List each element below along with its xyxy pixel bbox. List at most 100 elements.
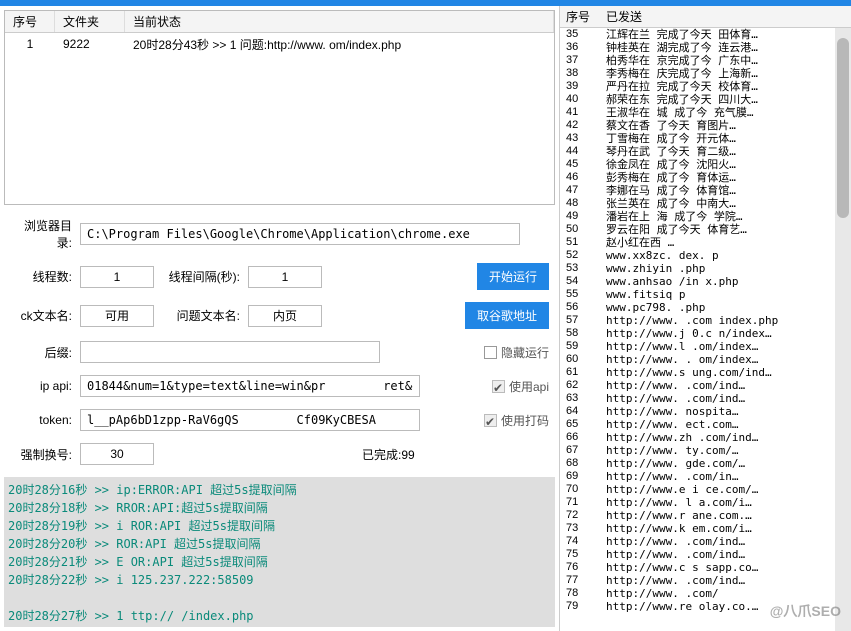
th-folder[interactable]: 文件夹 [55, 11, 125, 32]
list-item[interactable]: 37柏秀华在 京完成了今 广东中… [560, 54, 851, 67]
hide-run-checkbox-wrap[interactable]: 隐藏运行 [484, 344, 549, 361]
list-item[interactable]: 60http://www. . om/index… [560, 353, 851, 366]
list-item[interactable]: 57http://www. .com index.php [560, 314, 851, 327]
list-item[interactable]: 50罗云在阳 成了今天 体育艺… [560, 223, 851, 236]
list-item[interactable]: 78http://www. .com/ [560, 587, 851, 600]
use-dama-label: 使用打码 [501, 412, 549, 429]
list-item[interactable]: 56www.pc798. .php [560, 301, 851, 314]
right-rows-container[interactable]: 35江辉在兰 完成了今天 田体育…36钟桂英在 湖完成了今 连云港…37柏秀华在… [560, 28, 851, 623]
scrollbar[interactable] [835, 28, 851, 631]
list-item[interactable]: 76http://www.c s sapp.co… [560, 561, 851, 574]
list-item[interactable]: 53www.zhiyin .php [560, 262, 851, 275]
list-item[interactable]: 58http://www.j 0.c n/index… [560, 327, 851, 340]
th-status[interactable]: 当前状态 [125, 11, 554, 32]
list-item[interactable]: 61http://www.s ung.com/ind… [560, 366, 851, 379]
suffix-input[interactable] [80, 341, 380, 363]
log-area[interactable]: 20时28分16秒 >> ip:ERROR:API 超过5s提取间隔20时28分… [4, 477, 555, 627]
browser-dir-input[interactable] [80, 223, 520, 245]
list-item[interactable]: 45徐金凤在 成了今 沈阳火… [560, 158, 851, 171]
th-seq[interactable]: 序号 [5, 11, 55, 32]
list-item[interactable]: 77http://www. .com/ind… [560, 574, 851, 587]
list-item[interactable]: 74http://www. .com/ind… [560, 535, 851, 548]
rth-seq[interactable]: 序号 [560, 6, 600, 27]
list-item[interactable]: 62http://www. .com/ind… [560, 379, 851, 392]
list-item[interactable]: 52www.xx8zc. dex. p [560, 249, 851, 262]
list-item[interactable]: 54www.anhsao /in x.php [560, 275, 851, 288]
use-api-checkbox-wrap[interactable]: ✔ 使用api [492, 378, 549, 395]
interval-input[interactable] [248, 266, 322, 288]
rtd-sent: 徐金凤在 成了今 沈阳火… [600, 158, 851, 171]
list-item[interactable]: 36钟桂英在 湖完成了今 连云港… [560, 41, 851, 54]
threads-input[interactable] [80, 266, 154, 288]
rtd-sent: http://www.k em.com/i… [600, 522, 851, 535]
list-item[interactable]: 72http://www.r ane.com.… [560, 509, 851, 522]
rth-sent[interactable]: 已发送 [600, 6, 851, 27]
use-api-checkbox[interactable]: ✔ [492, 380, 505, 393]
list-item[interactable]: 43丁雪梅在 成了今 开元体… [560, 132, 851, 145]
rtd-seq: 45 [560, 158, 600, 171]
rtd-seq: 78 [560, 587, 600, 600]
list-item[interactable]: 68http://www. gde.com/… [560, 457, 851, 470]
list-item[interactable]: 71http://www. l a.com/i… [560, 496, 851, 509]
ck-text-label: ck文本名: [10, 307, 72, 324]
list-item[interactable]: 70http://www.e i ce.com/… [560, 483, 851, 496]
list-item[interactable]: 59http://www.l .om/index… [560, 340, 851, 353]
list-item[interactable]: 73http://www.k em.com/i… [560, 522, 851, 535]
rtd-seq: 70 [560, 483, 600, 496]
log-line: 20时28分18秒 >> RROR:API:超过5s提取间隔 [8, 499, 551, 517]
list-item[interactable]: 65http://www. ect.com… [560, 418, 851, 431]
td-status: 20时28分43秒 >> 1 问题:http://www. om/index.p… [125, 34, 554, 55]
right-panel: 序号 已发送 35江辉在兰 完成了今天 田体育…36钟桂英在 湖完成了今 连云港… [560, 6, 851, 631]
list-item[interactable]: 46彭秀梅在 成了今 育体运… [560, 171, 851, 184]
list-item[interactable]: 64http://www. nospita… [560, 405, 851, 418]
list-item[interactable]: 35江辉在兰 完成了今天 田体育… [560, 28, 851, 41]
list-item[interactable]: 41王淑华在 城 成了今 充气膜… [560, 106, 851, 119]
list-item[interactable]: 38李秀梅在 庆完成了今 上海新… [560, 67, 851, 80]
list-item[interactable]: 48张兰英在 成了今 中南大… [560, 197, 851, 210]
rtd-sent: www.anhsao /in x.php [600, 275, 851, 288]
use-dama-checkbox-wrap[interactable]: ✔ 使用打码 [484, 412, 549, 429]
force-change-input[interactable] [80, 443, 154, 465]
start-button[interactable]: 开始运行 [477, 263, 549, 290]
rtd-sent: http://www.c s sapp.co… [600, 561, 851, 574]
right-table-header: 序号 已发送 [560, 6, 851, 28]
hide-run-label: 隐藏运行 [501, 344, 549, 361]
rtd-sent: http://www. .com index.php [600, 314, 851, 327]
table-row[interactable]: 1 9222 20时28分43秒 >> 1 问题:http://www. om/… [5, 33, 554, 55]
get-google-button[interactable]: 取谷歌地址 [465, 302, 549, 329]
scrollbar-thumb[interactable] [837, 38, 849, 218]
list-item[interactable]: 49潘岩在上 海 成了今 学院… [560, 210, 851, 223]
list-item[interactable]: 66http://www.zh .com/ind… [560, 431, 851, 444]
list-item[interactable]: 47李娜在马 成了今 体育馆… [560, 184, 851, 197]
hide-run-checkbox[interactable] [484, 346, 497, 359]
list-item[interactable]: 55www.fitsiq p [560, 288, 851, 301]
use-dama-checkbox[interactable]: ✔ [484, 414, 497, 427]
ip-api-input[interactable] [80, 375, 420, 397]
td-seq: 1 [5, 35, 55, 53]
rtd-seq: 48 [560, 197, 600, 210]
list-item[interactable]: 63http://www. .com/ind… [560, 392, 851, 405]
rtd-sent: http://www. l a.com/i… [600, 496, 851, 509]
list-item[interactable]: 79http://www.re olay.co.… [560, 600, 851, 613]
list-item[interactable]: 75http://www. .com/ind… [560, 548, 851, 561]
list-item[interactable]: 39严丹在拉 完成了今天 校体育… [560, 80, 851, 93]
log-line: 20时28分22秒 >> i 125.237.222:58509 [8, 571, 551, 589]
rtd-sent: 李秀梅在 庆完成了今 上海新… [600, 67, 851, 80]
rtd-sent: http://www. nospita… [600, 405, 851, 418]
list-item[interactable]: 42蔡文在香 了今天 育图片… [560, 119, 851, 132]
ck-text-input[interactable] [80, 305, 154, 327]
list-item[interactable]: 40郝荣在东 完成了今天 四川大… [560, 93, 851, 106]
list-item[interactable]: 67http://www. ty.com/… [560, 444, 851, 457]
list-item[interactable]: 44琴丹在武 了今天 育二级… [560, 145, 851, 158]
token-input[interactable] [80, 409, 420, 431]
browser-dir-label: 浏览器目录: [10, 217, 72, 251]
rtd-seq: 52 [560, 249, 600, 262]
rtd-seq: 40 [560, 93, 600, 106]
list-item[interactable]: 51赵小红在西 … [560, 236, 851, 249]
rtd-sent: 潘岩在上 海 成了今 学院… [600, 210, 851, 223]
list-item[interactable]: 69http://www. .com/in… [560, 470, 851, 483]
question-text-input[interactable] [248, 305, 322, 327]
rtd-seq: 66 [560, 431, 600, 444]
rtd-seq: 79 [560, 600, 600, 613]
rtd-seq: 38 [560, 67, 600, 80]
